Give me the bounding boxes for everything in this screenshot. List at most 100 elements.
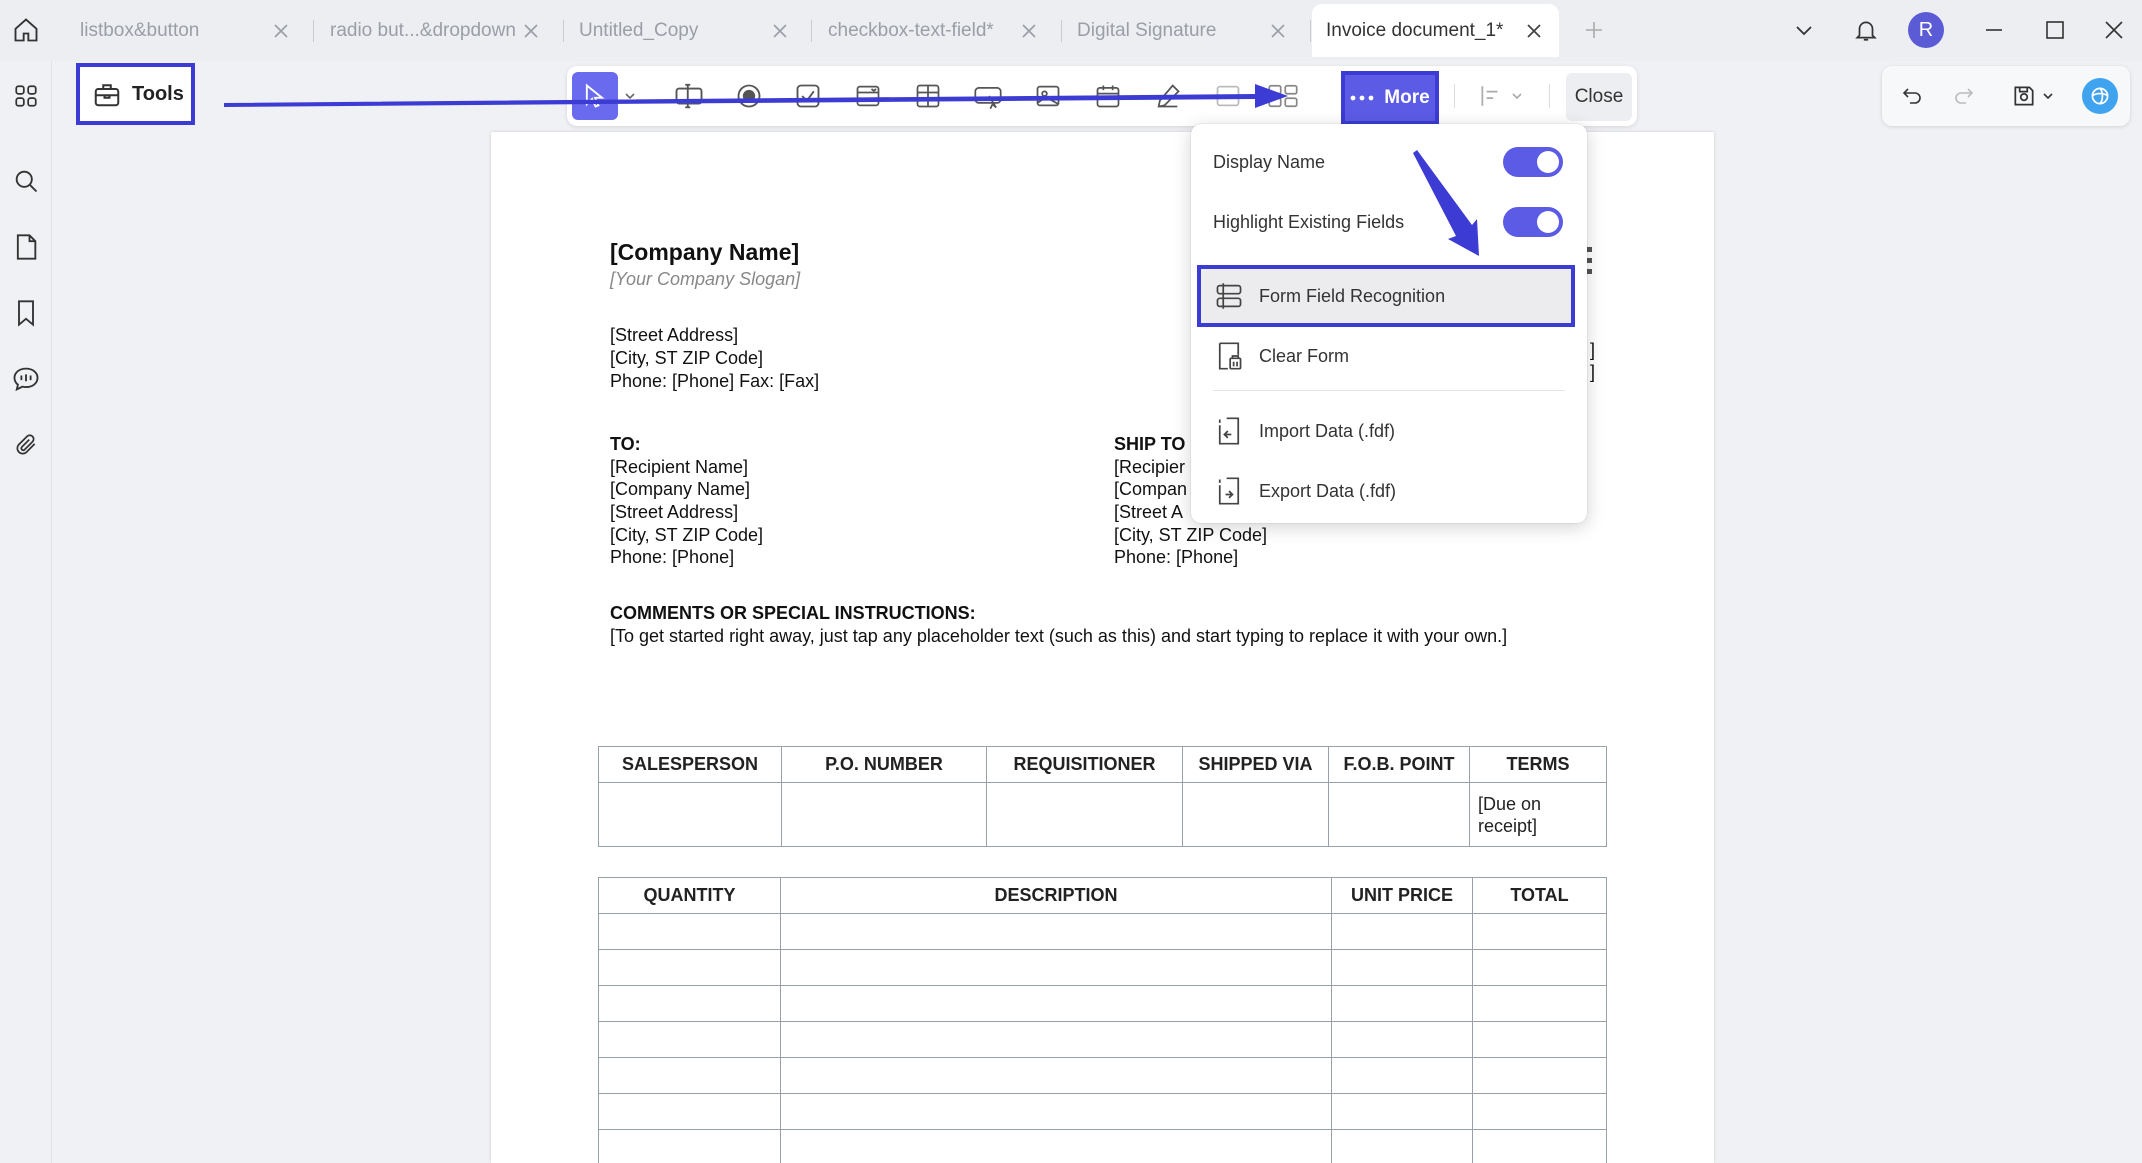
button-field-icon[interactable]	[972, 80, 1004, 112]
to-recipient-name[interactable]: [Recipient Name]	[610, 456, 748, 479]
table-cell[interactable]	[1472, 913, 1607, 950]
table-cell[interactable]	[1331, 913, 1473, 950]
dropdown-icon[interactable]	[852, 80, 884, 112]
radio-button-icon[interactable]	[733, 80, 765, 112]
company-name[interactable]: [Company Name]	[610, 241, 799, 264]
list-box-icon[interactable]	[912, 80, 944, 112]
undo-icon[interactable]	[1896, 80, 1928, 112]
tab-invoice-document[interactable]: Invoice document_1*	[1312, 4, 1559, 57]
table-cell[interactable]	[1182, 782, 1329, 847]
to-company-name[interactable]: [Company Name]	[610, 478, 750, 501]
ship-phone[interactable]: Phone: [Phone]	[1114, 546, 1238, 569]
grid-layout-icon[interactable]	[1267, 80, 1299, 112]
new-tab-plus-icon[interactable]	[1576, 12, 1612, 48]
table-cell[interactable]	[1331, 949, 1473, 986]
company-slogan[interactable]: [Your Company Slogan]	[610, 268, 800, 291]
table-cell[interactable]	[598, 1021, 781, 1058]
save-icon[interactable]	[2008, 80, 2040, 112]
table-cell[interactable]	[780, 913, 1332, 950]
close-icon[interactable]	[1267, 20, 1289, 42]
align-left-icon[interactable]	[1475, 80, 1507, 112]
table-cell[interactable]	[780, 949, 1332, 986]
tab-untitled-copy[interactable]: Untitled_Copy	[565, 4, 805, 57]
highlight-fields-row[interactable]: Highlight Existing Fields	[1191, 192, 1587, 252]
display-name-row[interactable]: Display Name	[1191, 132, 1587, 192]
clear-form-item[interactable]: Clear Form	[1191, 326, 1587, 386]
table-cell[interactable]	[598, 1057, 781, 1094]
comments-text[interactable]: [To get started right away, just tap any…	[610, 625, 1507, 648]
table-cell[interactable]	[1472, 1057, 1607, 1094]
table-cell[interactable]	[598, 1129, 781, 1163]
ship-company-name[interactable]: [Compan	[1114, 478, 1187, 501]
tab-radio-dropdown[interactable]: radio but...&dropdown	[316, 4, 556, 57]
close-icon[interactable]	[1523, 20, 1545, 42]
tab-digital-signature[interactable]: Digital Signature	[1063, 4, 1303, 57]
ship-street-address[interactable]: [Street A	[1114, 501, 1183, 524]
table-cell[interactable]	[1472, 1129, 1607, 1163]
more-button[interactable]: More	[1341, 71, 1439, 125]
text-field-icon[interactable]	[673, 80, 705, 112]
table-cell[interactable]	[1472, 949, 1607, 986]
table-cell[interactable]	[1472, 1093, 1607, 1130]
form-field-recognition-item[interactable]: Form Field Recognition	[1197, 265, 1575, 327]
maximize-icon[interactable]	[2037, 12, 2073, 48]
ai-assistant-icon[interactable]	[2082, 78, 2118, 114]
city-state-zip[interactable]: [City, ST ZIP Code]	[610, 347, 763, 370]
close-icon[interactable]	[270, 20, 292, 42]
table-cell[interactable]	[598, 913, 781, 950]
table-cell[interactable]	[1472, 1021, 1607, 1058]
table-cell[interactable]	[1472, 985, 1607, 1022]
close-icon[interactable]	[520, 20, 542, 42]
export-data-item[interactable]: Export Data (.fdf)	[1191, 461, 1587, 521]
signature-pen-icon[interactable]	[1152, 80, 1184, 112]
tab-checkbox-text-field[interactable]: checkbox-text-field*	[814, 4, 1054, 57]
tools-button[interactable]: Tools	[76, 63, 195, 125]
ship-recipient-name[interactable]: [Recipier	[1114, 456, 1185, 479]
close-icon[interactable]	[1018, 20, 1040, 42]
table-cell[interactable]	[780, 1021, 1332, 1058]
street-address[interactable]: [Street Address]	[610, 324, 738, 347]
table-cell[interactable]	[1328, 782, 1470, 847]
chevron-down-icon[interactable]	[620, 80, 640, 112]
page-icon[interactable]	[10, 231, 42, 263]
table-cell[interactable]	[598, 1093, 781, 1130]
chevron-down-icon[interactable]	[1507, 80, 1527, 112]
table-cell[interactable]	[780, 985, 1332, 1022]
date-field-icon[interactable]	[1092, 80, 1124, 112]
chevron-down-icon[interactable]	[1786, 12, 1822, 48]
display-name-toggle[interactable]	[1503, 147, 1563, 177]
paperclip-icon[interactable]	[10, 429, 42, 461]
close-window-icon[interactable]	[2096, 12, 2132, 48]
table-cell[interactable]	[1331, 985, 1473, 1022]
select-cursor-button[interactable]	[572, 72, 618, 120]
bell-icon[interactable]	[1848, 12, 1884, 48]
table-cell[interactable]	[780, 1057, 1332, 1094]
avatar[interactable]: R	[1908, 12, 1944, 48]
table-cell[interactable]	[780, 1093, 1332, 1130]
close-icon[interactable]	[769, 20, 791, 42]
minimize-icon[interactable]	[1976, 12, 2012, 48]
table-cell[interactable]	[598, 949, 781, 986]
comment-icon[interactable]	[10, 363, 42, 395]
checkbox-icon[interactable]	[792, 80, 824, 112]
to-phone[interactable]: Phone: [Phone]	[610, 546, 734, 569]
highlight-fields-toggle[interactable]	[1503, 207, 1563, 237]
to-city-zip[interactable]: [City, ST ZIP Code]	[610, 524, 763, 547]
table-cell[interactable]	[598, 782, 782, 847]
phone-fax[interactable]: Phone: [Phone] Fax: [Fax]	[610, 370, 819, 393]
table-cell[interactable]	[1331, 1057, 1473, 1094]
table-cell[interactable]	[781, 782, 987, 847]
ship-city-zip[interactable]: [City, ST ZIP Code]	[1114, 524, 1267, 547]
to-street-address[interactable]: [Street Address]	[610, 501, 738, 524]
table-cell[interactable]	[598, 985, 781, 1022]
chevron-down-icon[interactable]	[2037, 80, 2059, 112]
home-icon[interactable]	[10, 14, 42, 46]
barcode-icon[interactable]	[1212, 80, 1244, 112]
import-data-item[interactable]: Import Data (.fdf)	[1191, 401, 1587, 461]
table-cell[interactable]	[1331, 1021, 1473, 1058]
tab-listbox-button[interactable]: listbox&button	[66, 4, 306, 57]
table-cell[interactable]	[986, 782, 1183, 847]
table-cell[interactable]	[1331, 1129, 1473, 1163]
image-field-icon[interactable]	[1032, 80, 1064, 112]
table-cell[interactable]	[1331, 1093, 1473, 1130]
